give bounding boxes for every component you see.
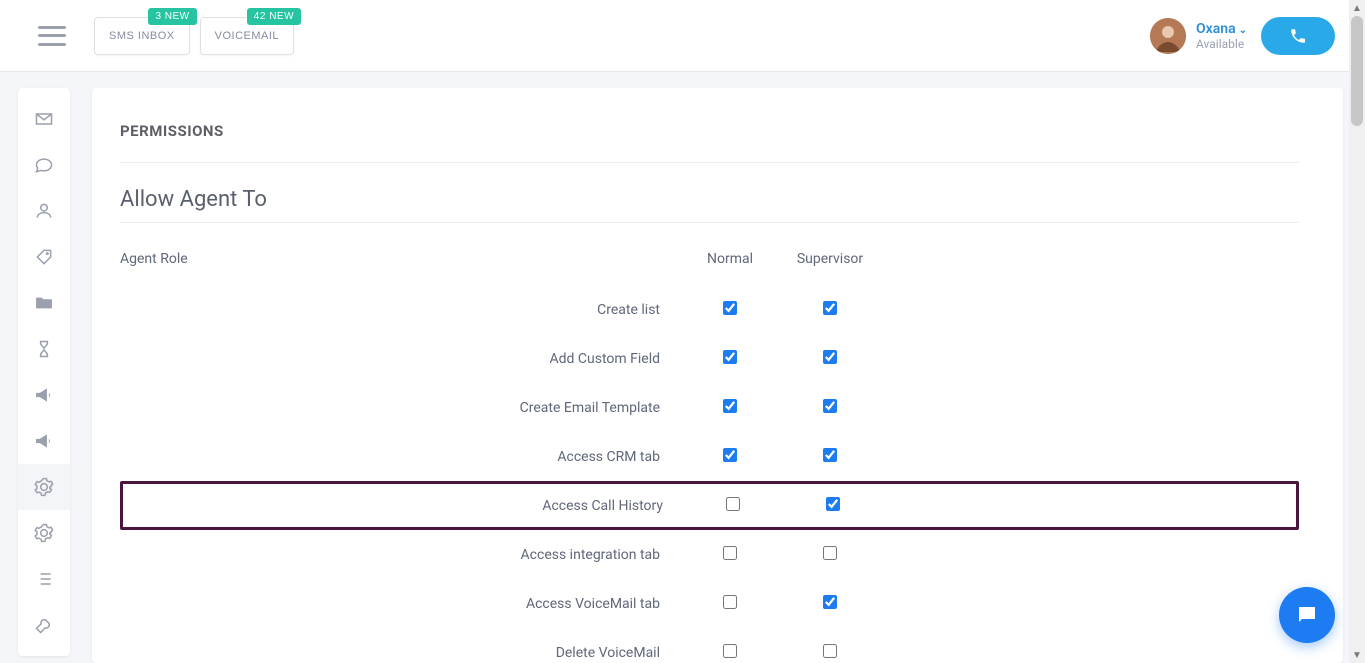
user-icon [34,201,54,221]
checkbox-normal[interactable] [723,301,737,315]
checkbox-normal[interactable] [723,350,737,364]
sms-inbox-badge: 3 NEW [148,8,196,25]
sidebar-item-hourglass[interactable] [18,326,70,372]
permission-label: Add Custom Field [500,351,680,367]
permission-row: Add Custom Field [120,334,1299,383]
permission-row: Access CRM tab [120,432,1299,481]
hourglass-icon [34,339,54,359]
checkbox-normal[interactable] [723,399,737,413]
permission-label: Access Call History [503,498,683,514]
col-agentrole: Agent Role [120,251,500,267]
permission-label: Create list [500,302,680,318]
user-menu[interactable]: Oxana⌄ Available [1150,18,1247,54]
col-normal: Normal [680,251,780,267]
tag-icon [34,247,54,267]
permission-label: Access integration tab [500,547,680,563]
voicemail-button[interactable]: VOICEMAIL 42 NEW [200,17,294,55]
user-name: Oxana [1196,21,1236,37]
permission-row: Access VoiceMail tab [120,579,1299,628]
gear-icon [34,523,54,543]
checkbox-supervisor[interactable] [823,644,837,658]
sidebar-item-megaphone-1[interactable] [18,372,70,418]
sidebar [18,88,70,656]
folder-icon [34,293,54,313]
list-icon [34,569,54,589]
main-card: PERMISSIONS Allow Agent To Agent Role No… [92,88,1343,663]
voicemail-label: VOICEMAIL [215,30,279,42]
checkbox-supervisor[interactable] [823,595,837,609]
megaphone-icon [34,431,54,451]
checkbox-supervisor[interactable] [826,497,840,511]
permission-row: Access Call History [120,481,1299,530]
mail-icon [34,109,54,129]
sidebar-item-mail[interactable] [18,96,70,142]
gear-icon [34,477,54,497]
checkbox-supervisor[interactable] [823,399,837,413]
section-title: PERMISSIONS [120,122,1299,140]
checkbox-normal[interactable] [723,644,737,658]
permission-row: Create Email Template [120,383,1299,432]
sidebar-item-tag[interactable] [18,234,70,280]
permission-label: Access CRM tab [500,449,680,465]
subheading: Allow Agent To [120,187,1299,212]
checkbox-normal[interactable] [726,497,740,511]
sidebar-item-megaphone-2[interactable] [18,418,70,464]
call-button[interactable] [1261,17,1335,55]
permission-label: Access VoiceMail tab [500,596,680,612]
sidebar-item-chat[interactable] [18,142,70,188]
divider [120,162,1299,163]
checkbox-supervisor[interactable] [823,301,837,315]
permission-label: Delete VoiceMail [500,645,680,661]
permission-row: Delete VoiceMail [120,628,1299,663]
sidebar-item-list[interactable] [18,556,70,602]
scroll-thumb[interactable] [1351,16,1363,126]
user-status: Available [1196,37,1247,51]
checkbox-normal[interactable] [723,448,737,462]
sidebar-item-settings-1[interactable] [18,464,70,510]
scroll-down-icon[interactable]: ▼ [1349,647,1365,663]
sidebar-item-folder[interactable] [18,280,70,326]
scroll-up-icon[interactable]: ▲ [1349,0,1365,16]
checkbox-normal[interactable] [723,595,737,609]
megaphone-icon [34,385,54,405]
chevron-down-icon: ⌄ [1239,25,1247,36]
checkbox-supervisor[interactable] [823,546,837,560]
wrench-icon [34,615,54,635]
checkbox-supervisor[interactable] [823,350,837,364]
voicemail-badge: 42 NEW [247,8,301,25]
user-meta: Oxana⌄ Available [1196,21,1247,51]
col-supervisor: Supervisor [780,251,880,267]
phone-icon [1289,27,1307,45]
chat-fab[interactable] [1279,587,1335,643]
hamburger-menu-icon[interactable] [38,26,66,46]
scrollbar[interactable]: ▲ ▼ [1349,0,1365,663]
checkbox-supervisor[interactable] [823,448,837,462]
top-header: SMS INBOX 3 NEW VOICEMAIL 42 NEW Oxana⌄ … [0,0,1365,72]
chat-icon [34,155,54,175]
sms-inbox-label: SMS INBOX [109,30,175,42]
sidebar-item-contacts[interactable] [18,188,70,234]
sidebar-item-wrench[interactable] [18,602,70,648]
divider [120,222,1299,223]
permission-row: Access integration tab [120,530,1299,579]
avatar [1150,18,1186,54]
table-header-row: Agent Role Normal Supervisor [120,245,1299,285]
permission-label: Create Email Template [500,400,680,416]
sidebar-item-settings-2[interactable] [18,510,70,556]
sms-inbox-button[interactable]: SMS INBOX 3 NEW [94,17,190,55]
chat-bubble-icon [1295,603,1319,627]
permissions-table: Agent Role Normal Supervisor Create list… [120,245,1299,663]
checkbox-normal[interactable] [723,546,737,560]
permission-row: Create list [120,285,1299,334]
